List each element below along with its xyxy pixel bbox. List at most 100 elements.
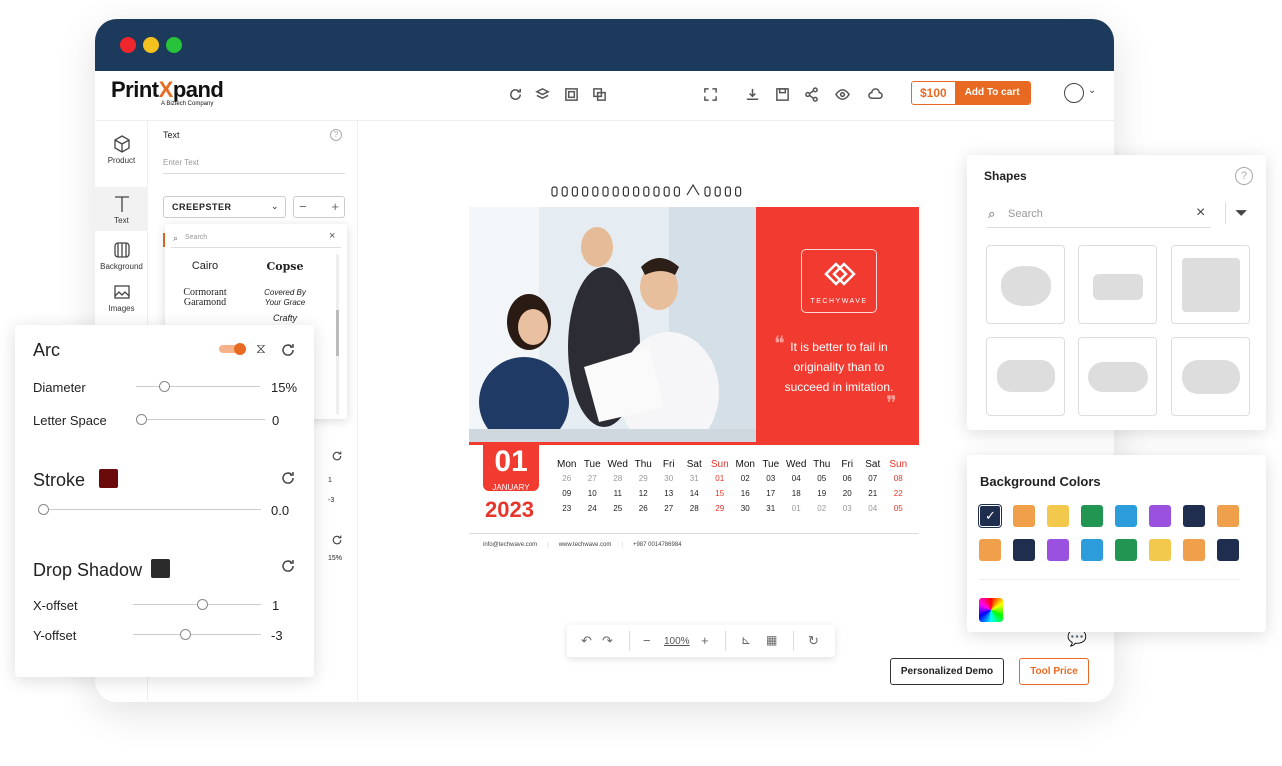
duplicate-icon[interactable] [589,84,609,104]
color-swatch[interactable] [979,539,1001,561]
scrollbar[interactable] [336,254,339,414]
shapes-search[interactable]: ⌕ Search × [986,204,1210,228]
grid-icon[interactable]: ▦ [766,633,777,647]
undo-icon[interactable]: ↶ [581,633,592,649]
minimize-dot[interactable] [143,37,159,53]
color-swatch[interactable]: ✓ [979,505,1001,527]
user-avatar-icon[interactable] [1064,83,1084,103]
weekday-label: Fri [841,459,854,470]
weekday-label: Sun [710,459,729,470]
font-option[interactable]: Copse [255,260,315,273]
help-icon[interactable]: ? [1235,167,1253,185]
color-swatch[interactable] [1217,539,1239,561]
ruler-icon[interactable]: ⊾ [741,633,751,647]
minus-icon[interactable]: − [299,197,307,217]
y-offset-slider[interactable] [133,629,261,640]
slider-handle[interactable] [197,599,209,610]
preview-eye-icon[interactable] [832,84,852,104]
shape-tile[interactable] [1078,337,1157,416]
logo[interactable]: PrintXpand A Biztech Company [111,77,224,107]
x-offset-value: 1 [272,598,280,613]
slider-handle[interactable] [136,414,147,425]
redo-icon[interactable]: ↷ [602,633,613,649]
close-icon[interactable]: × [329,230,335,242]
color-swatch[interactable] [1081,539,1103,561]
color-swatch[interactable] [1013,505,1035,527]
color-swatch[interactable] [1115,539,1137,561]
shapes-search-input[interactable]: Search [1008,208,1043,220]
shape-tile[interactable] [1171,245,1250,324]
color-swatch[interactable] [1183,539,1205,561]
refresh-icon[interactable] [331,449,343,461]
color-picker-icon[interactable] [979,598,1003,622]
tool-price-button[interactable]: Tool Price [1019,658,1089,685]
shape-tile[interactable] [986,245,1065,324]
color-swatch[interactable] [1149,505,1171,527]
font-size-stepper[interactable]: − + [293,196,345,218]
shadow-color-swatch[interactable] [151,559,170,578]
personalized-demo-button[interactable]: Personalized Demo [890,658,1004,685]
refresh-icon[interactable] [280,342,296,358]
letter-space-slider[interactable] [136,414,265,425]
zoom-level[interactable]: 100% [664,636,690,647]
color-swatch[interactable] [1217,505,1239,527]
shape-tile[interactable] [986,337,1065,416]
save-icon[interactable] [772,84,792,104]
close-dot[interactable] [120,37,136,53]
font-option[interactable]: Cormorant Garamond [173,288,237,308]
drop-shadow-title: Drop Shadow [33,560,143,580]
plus-icon[interactable]: + [331,197,339,217]
color-swatch[interactable] [1081,505,1103,527]
font-option[interactable]: Covered By Your Grace [255,288,315,308]
color-swatch[interactable] [1047,505,1069,527]
filter-icon[interactable]: ⏷ [1235,205,1248,223]
sidebar-item-product[interactable]: Product [95,135,148,165]
color-swatch[interactable] [1115,505,1137,527]
stroke-slider[interactable] [38,504,261,515]
sidebar-item-images[interactable]: Images [95,283,148,313]
font-search-input[interactable]: Search [171,230,341,248]
help-icon[interactable]: ? [330,129,342,141]
color-swatch[interactable] [1149,539,1171,561]
font-option[interactable]: Cairo [175,260,235,272]
color-swatch[interactable] [1183,505,1205,527]
maximize-dot[interactable] [166,37,182,53]
add-to-cart-button[interactable]: Add To cart [954,82,1030,104]
cloud-icon[interactable] [865,84,885,104]
text-input[interactable]: Enter Text [163,158,345,174]
refresh-icon[interactable] [280,470,296,486]
slider-handle[interactable] [179,629,191,640]
date-badge: 01 JANUARY [483,445,539,492]
frame-icon[interactable] [561,84,581,104]
x-offset-slider[interactable] [133,599,261,610]
chevron-down-icon[interactable]: ⌄ [1088,85,1096,96]
calendar-design[interactable]: TECHYWAVE ❝ It is better to fail in orig… [469,207,919,552]
arc-toggle[interactable] [219,343,246,355]
font-select[interactable]: CREEPSTER ⌄ [163,196,286,218]
zoom-out-icon[interactable]: − [643,633,651,648]
layers-icon[interactable] [532,84,552,104]
fullscreen-icon[interactable] [700,84,720,104]
weekday-label: Wed [607,459,628,470]
share-icon[interactable] [801,84,821,104]
refresh-icon[interactable] [331,533,343,545]
close-icon[interactable]: × [1196,204,1205,222]
sidebar-item-background[interactable]: Background [95,241,148,271]
slider-handle[interactable] [38,504,49,515]
flip-icon[interactable]: ⧖ [256,340,266,357]
stroke-color-swatch[interactable] [99,469,118,488]
slider-handle[interactable] [158,381,170,392]
diameter-slider[interactable] [136,381,260,392]
download-icon[interactable] [742,84,762,104]
shape-tile[interactable] [1171,337,1250,416]
color-swatch[interactable] [1047,539,1069,561]
zoom-in-icon[interactable]: + [701,633,709,648]
reset-icon[interactable]: ↻ [808,633,819,649]
sidebar-item-text[interactable]: Text [95,187,148,231]
color-swatch[interactable] [1013,539,1035,561]
refresh-icon[interactable] [505,84,525,104]
sidebar-item-label: Text [114,216,129,225]
shape-tile[interactable] [1078,245,1157,324]
refresh-icon[interactable] [280,558,296,574]
font-option[interactable]: Crafty [255,313,315,323]
